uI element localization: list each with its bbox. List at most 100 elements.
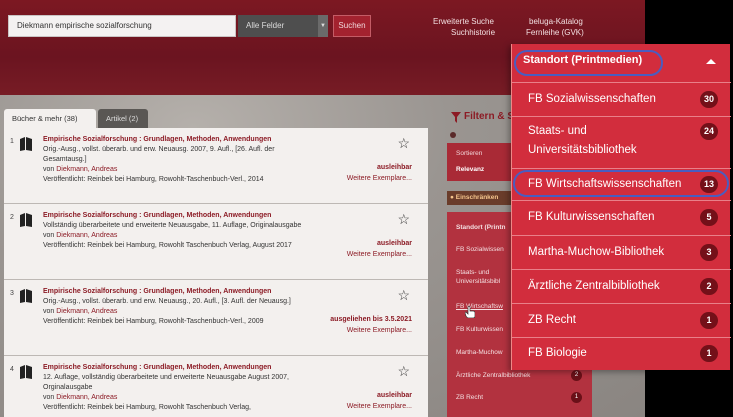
facet-option-count: 5 bbox=[700, 209, 718, 226]
filter-heading: Filtern & S bbox=[464, 111, 515, 122]
highlight-ring bbox=[513, 170, 729, 197]
result-title[interactable]: Empirische Sozialforschung : Grundlagen,… bbox=[43, 287, 313, 297]
dropdown-header[interactable]: Standort (Printmedien) bbox=[512, 44, 731, 83]
facet-count: 1 bbox=[571, 392, 582, 403]
facet-item[interactable]: ZB Recht bbox=[456, 393, 483, 402]
facet-option-biologie[interactable]: FB Biologie 1 bbox=[512, 338, 731, 370]
more-copies-link[interactable]: Weitere Exemplare... bbox=[347, 403, 412, 410]
beluga-catalog-link[interactable]: beluga-Katalog bbox=[529, 17, 583, 27]
filter-icon bbox=[451, 112, 461, 123]
facet-option-sub[interactable]: Staats- und Universitätsbibliothek 24 bbox=[512, 117, 731, 169]
more-copies-link[interactable]: Weitere Exemplare... bbox=[347, 251, 412, 258]
result-title[interactable]: Empirische Sozialforschung : Grundlagen,… bbox=[43, 135, 313, 145]
sort-label: Sortieren bbox=[456, 150, 483, 157]
result-author[interactable]: Diekmann, Andreas bbox=[56, 308, 117, 315]
search-field-select[interactable]: Alle Felder ▼ bbox=[238, 15, 328, 37]
facet-item[interactable]: FB Wirtschaftsw bbox=[456, 302, 503, 311]
star-icon[interactable]: ☆ bbox=[397, 136, 410, 150]
star-icon[interactable]: ☆ bbox=[397, 364, 410, 378]
results-list: 1 Empirische Sozialforschung : Grundlage… bbox=[4, 128, 428, 417]
result-author[interactable]: Diekmann, Andreas bbox=[56, 166, 117, 173]
facet-item[interactable]: Ärztliche Zentralbibliothek bbox=[456, 371, 530, 380]
facet-option-label: FB Kulturwissenschaften bbox=[528, 211, 655, 223]
sort-select[interactable] bbox=[447, 143, 517, 181]
book-icon bbox=[20, 289, 32, 303]
facet-item[interactable]: FB Kulturwissen bbox=[456, 325, 503, 334]
result-item: 3 Empirische Sozialforschung : Grundlage… bbox=[4, 280, 428, 356]
result-number: 3 bbox=[10, 290, 14, 297]
facet-option-aerztliche-zentralbibliothek[interactable]: Ärztliche Zentralbibliothek 2 bbox=[512, 270, 731, 304]
tab-books[interactable]: Bücher & mehr (38) bbox=[4, 109, 96, 128]
restrict-label: Einschränken bbox=[455, 194, 499, 201]
availability-status: ausleihbar bbox=[376, 240, 412, 247]
author-prefix: von bbox=[43, 166, 55, 173]
facet-option-label: Ärztliche Zentralbibliothek bbox=[528, 280, 660, 292]
caret-up-icon bbox=[706, 59, 716, 64]
result-author[interactable]: Diekmann, Andreas bbox=[56, 394, 117, 401]
facet-option-count: 3 bbox=[700, 244, 718, 261]
result-edition: 12. Auflage, vollständig überarbeitete u… bbox=[43, 374, 289, 391]
facet-option-count: 1 bbox=[700, 345, 718, 362]
facet-heading[interactable]: Standort (Printn bbox=[456, 223, 505, 232]
result-item: 4 Empirische Sozialforschung : Grundlage… bbox=[4, 356, 428, 417]
book-icon bbox=[20, 137, 32, 151]
more-copies-link[interactable]: Weitere Exemplare... bbox=[347, 327, 412, 334]
sort-value: Relevanz bbox=[456, 166, 485, 173]
facet-option-label: Staats- und Universitätsbibliothek bbox=[528, 125, 637, 156]
book-icon bbox=[20, 213, 32, 227]
facet-item[interactable]: FB Sozialwissen bbox=[456, 245, 504, 254]
facet-option-martha-muchow[interactable]: Martha-Muchow-Bibliothek 3 bbox=[512, 236, 731, 270]
result-item: 1 Empirische Sozialforschung : Grundlage… bbox=[4, 128, 428, 204]
facet-item[interactable]: Staats- und Universitätsbibl bbox=[456, 268, 511, 286]
availability-status: ausleihbar bbox=[376, 164, 412, 171]
result-published: Veröffentlicht: Reinbek bei Hamburg, Row… bbox=[43, 404, 251, 411]
facet-option-kulturwissenschaften[interactable]: FB Kulturwissenschaften 5 bbox=[512, 201, 731, 236]
result-title[interactable]: Empirische Sozialforschung : Grundlagen,… bbox=[43, 211, 313, 221]
highlight-ring bbox=[514, 50, 663, 76]
search-input[interactable]: Diekmann empirische sozialforschung bbox=[8, 15, 236, 37]
star-icon[interactable]: ☆ bbox=[397, 288, 410, 302]
facet-count: 2 bbox=[571, 370, 582, 381]
facet-item[interactable]: Martha-Muchow bbox=[456, 348, 503, 357]
result-number: 2 bbox=[10, 214, 14, 221]
facet-option-count: 24 bbox=[700, 123, 718, 140]
book-icon bbox=[20, 365, 32, 379]
result-number: 1 bbox=[10, 138, 14, 145]
search-field-value: Alle Felder bbox=[246, 21, 285, 30]
author-prefix: von bbox=[43, 232, 55, 239]
more-copies-link[interactable]: Weitere Exemplare... bbox=[347, 175, 412, 182]
star-icon[interactable]: ☆ bbox=[397, 212, 410, 226]
facet-option-label: FB Sozialwissenschaften bbox=[528, 93, 656, 105]
result-published: Veröffentlicht: Reinbek bei Hamburg, Row… bbox=[43, 242, 292, 249]
availability-status: ausgeliehen bis 3.5.2021 bbox=[330, 316, 412, 323]
interlibrary-loan-link[interactable]: Fernleihe (GVK) bbox=[526, 28, 584, 38]
bullet-icon bbox=[450, 132, 456, 138]
facet-option-count: 1 bbox=[700, 312, 718, 329]
facet-option-count: 2 bbox=[700, 278, 718, 295]
location-facet-dropdown: Standort (Printmedien) FB Sozialwissensc… bbox=[511, 44, 731, 370]
author-prefix: von bbox=[43, 394, 55, 401]
facet-option-sozialwissenschaften[interactable]: FB Sozialwissenschaften 30 bbox=[512, 83, 731, 117]
facet-option-zb-recht[interactable]: ZB Recht 1 bbox=[512, 304, 731, 338]
result-published: Veröffentlicht: Reinbek bei Hamburg, Row… bbox=[43, 176, 264, 183]
result-edition: Vollständig überarbeitete und erweiterte… bbox=[43, 222, 302, 229]
hand-cursor-icon bbox=[465, 306, 475, 318]
result-published: Veröffentlicht: Reinbek bei Hamburg, Row… bbox=[43, 318, 264, 325]
result-number: 4 bbox=[10, 366, 14, 373]
facet-option-label: FB Biologie bbox=[528, 347, 587, 359]
advanced-search-link[interactable]: Erweiterte Suche bbox=[433, 17, 494, 27]
facet-option-label: ZB Recht bbox=[528, 314, 576, 326]
result-title[interactable]: Empirische Sozialforschung : Grundlagen,… bbox=[43, 363, 313, 373]
chevron-down-icon: ▼ bbox=[318, 15, 328, 37]
author-prefix: von bbox=[43, 308, 55, 315]
facet-option-label: Martha-Muchow-Bibliothek bbox=[528, 246, 665, 258]
availability-status: ausleihbar bbox=[376, 392, 412, 399]
facet-option-count: 30 bbox=[700, 91, 718, 108]
search-history-link[interactable]: Suchhistorie bbox=[451, 28, 495, 38]
tab-articles[interactable]: Artikel (2) bbox=[98, 109, 148, 128]
result-author[interactable]: Diekmann, Andreas bbox=[56, 232, 117, 239]
restrict-section[interactable]: ● Einschränken bbox=[447, 191, 517, 205]
result-edition: Orig.-Ausg., vollst. überarb. und erw. N… bbox=[43, 146, 275, 163]
result-item: 2 Empirische Sozialforschung : Grundlage… bbox=[4, 204, 428, 280]
search-button[interactable]: Suchen bbox=[333, 15, 371, 37]
